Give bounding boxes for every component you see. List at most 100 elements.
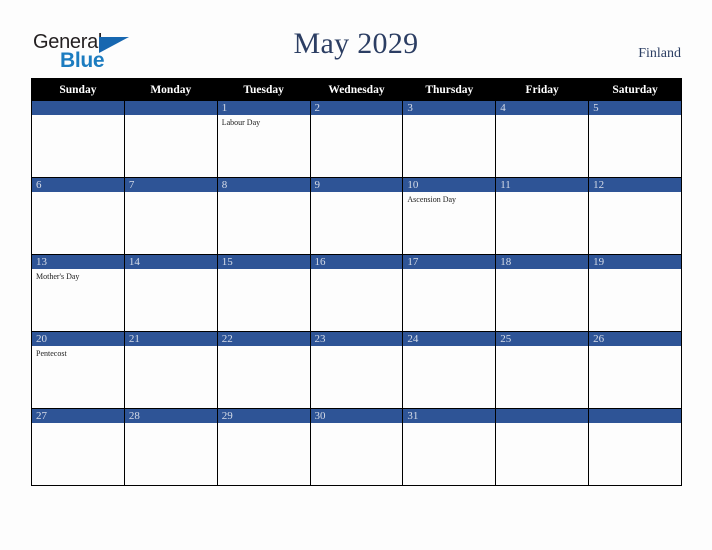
calendar-day-cell[interactable]: 13 Mother's Day	[31, 254, 125, 332]
calendar-day-cell[interactable]: 18	[495, 254, 590, 332]
day-events	[218, 192, 310, 195]
day-number: 9	[310, 178, 403, 192]
day-number: 1	[217, 101, 310, 115]
calendar-day-cell[interactable]: 17	[402, 254, 497, 332]
day-number: 2	[310, 101, 403, 115]
weekday-header-sunday: Sunday	[31, 78, 125, 101]
calendar-day-cell[interactable]: 26	[588, 331, 682, 409]
calendar-day-cell[interactable]: 7	[123, 177, 218, 255]
day-number	[496, 409, 589, 423]
calendar-day-cell[interactable]: 25	[495, 331, 590, 409]
calendar-week-row: 13 Mother's Day 14 15 16 17 18 19	[31, 254, 682, 332]
calendar-day-cell[interactable]: 20 Pentecost	[31, 331, 125, 409]
day-events	[125, 346, 217, 349]
day-events	[125, 192, 217, 195]
day-events	[32, 192, 124, 195]
day-events	[311, 269, 403, 272]
page-title: May 2029	[293, 27, 419, 60]
weekday-header-thursday: Thursday	[402, 78, 497, 101]
day-events	[496, 346, 588, 349]
calendar-day-cell[interactable]: 14	[123, 254, 218, 332]
calendar-week-row: 27 28 29 30 31	[31, 408, 682, 486]
day-number: 22	[217, 332, 310, 346]
calendar-day-cell[interactable]: 16	[309, 254, 404, 332]
day-number: 11	[496, 178, 589, 192]
calendar-day-cell[interactable]: 4	[495, 100, 590, 178]
weekday-header-saturday: Saturday	[588, 78, 682, 101]
calendar-week-row: 1 Labour Day 2 3 4 5	[31, 100, 682, 178]
day-events	[218, 346, 310, 349]
calendar-day-cell[interactable]: 23	[309, 331, 404, 409]
calendar-empty-cell[interactable]	[588, 408, 682, 486]
day-number: 25	[496, 332, 589, 346]
holiday-label: Pentecost	[36, 349, 67, 358]
day-number: 14	[124, 255, 217, 269]
calendar-body: 1 Labour Day 2 3 4 5 6 7 8 9 10 Ascension Day 11 12 13…	[31, 100, 682, 486]
day-number: 18	[496, 255, 589, 269]
day-events	[125, 269, 217, 272]
day-events: Ascension Day	[403, 192, 495, 205]
day-events	[496, 192, 588, 195]
day-events	[311, 115, 403, 118]
calendar-empty-cell[interactable]	[31, 100, 125, 178]
calendar-day-cell[interactable]: 28	[123, 408, 218, 486]
day-number: 19	[589, 255, 681, 269]
day-number: 7	[124, 178, 217, 192]
day-number: 17	[403, 255, 496, 269]
day-events	[403, 115, 495, 118]
calendar-week-row: 20 Pentecost 21 22 23 24 25 26	[31, 331, 682, 409]
day-number	[124, 101, 217, 115]
calendar-day-cell[interactable]: 29	[216, 408, 311, 486]
calendar-empty-cell[interactable]	[123, 100, 218, 178]
weekday-header-monday: Monday	[123, 78, 218, 101]
day-number: 4	[496, 101, 589, 115]
day-events	[218, 269, 310, 272]
day-events	[589, 115, 681, 118]
day-number: 20	[32, 332, 124, 346]
calendar-day-cell[interactable]: 6	[31, 177, 125, 255]
calendar-day-cell[interactable]: 3	[402, 100, 497, 178]
calendar-day-cell[interactable]: 30	[309, 408, 404, 486]
calendar-day-cell[interactable]: 9	[309, 177, 404, 255]
calendar-day-cell[interactable]: 5	[588, 100, 682, 178]
calendar-day-cell[interactable]: 1 Labour Day	[216, 100, 311, 178]
calendar-day-cell[interactable]: 24	[402, 331, 497, 409]
day-number: 6	[32, 178, 124, 192]
holiday-label: Mother's Day	[36, 272, 80, 281]
calendar-day-cell[interactable]: 22	[216, 331, 311, 409]
day-events	[218, 423, 310, 426]
day-number: 31	[403, 409, 496, 423]
calendar-day-cell[interactable]: 19	[588, 254, 682, 332]
day-events	[589, 192, 681, 195]
calendar-day-cell[interactable]: 11	[495, 177, 590, 255]
day-events	[589, 346, 681, 349]
day-events	[403, 269, 495, 272]
calendar-day-cell[interactable]: 10 Ascension Day	[402, 177, 497, 255]
calendar-day-cell[interactable]: 8	[216, 177, 311, 255]
calendar-grid: Sunday Monday Tuesday Wednesday Thursday…	[31, 78, 682, 486]
holiday-label: Labour Day	[221, 118, 261, 127]
calendar-header-row: Sunday Monday Tuesday Wednesday Thursday…	[31, 78, 682, 101]
day-number: 5	[589, 101, 681, 115]
day-number: 29	[217, 409, 310, 423]
day-events	[589, 423, 681, 426]
holiday-label: Ascension Day	[407, 195, 457, 204]
day-events	[496, 115, 588, 118]
day-number: 8	[217, 178, 310, 192]
calendar-day-cell[interactable]: 21	[123, 331, 218, 409]
day-number: 26	[589, 332, 681, 346]
calendar-day-cell[interactable]: 12	[588, 177, 682, 255]
day-events: Labour Day	[218, 115, 310, 128]
country-label: Finland	[638, 46, 681, 61]
day-events: Pentecost	[32, 346, 124, 359]
calendar-day-cell[interactable]: 27	[31, 408, 125, 486]
calendar-day-cell[interactable]: 2	[309, 100, 404, 178]
calendar-empty-cell[interactable]	[495, 408, 590, 486]
calendar-day-cell[interactable]: 15	[216, 254, 311, 332]
day-number: 27	[32, 409, 124, 423]
calendar-week-row: 6 7 8 9 10 Ascension Day 11 12	[31, 177, 682, 255]
calendar-day-cell[interactable]: 31	[402, 408, 497, 486]
day-number	[589, 409, 681, 423]
day-number: 15	[217, 255, 310, 269]
weekday-header-tuesday: Tuesday	[216, 78, 311, 101]
